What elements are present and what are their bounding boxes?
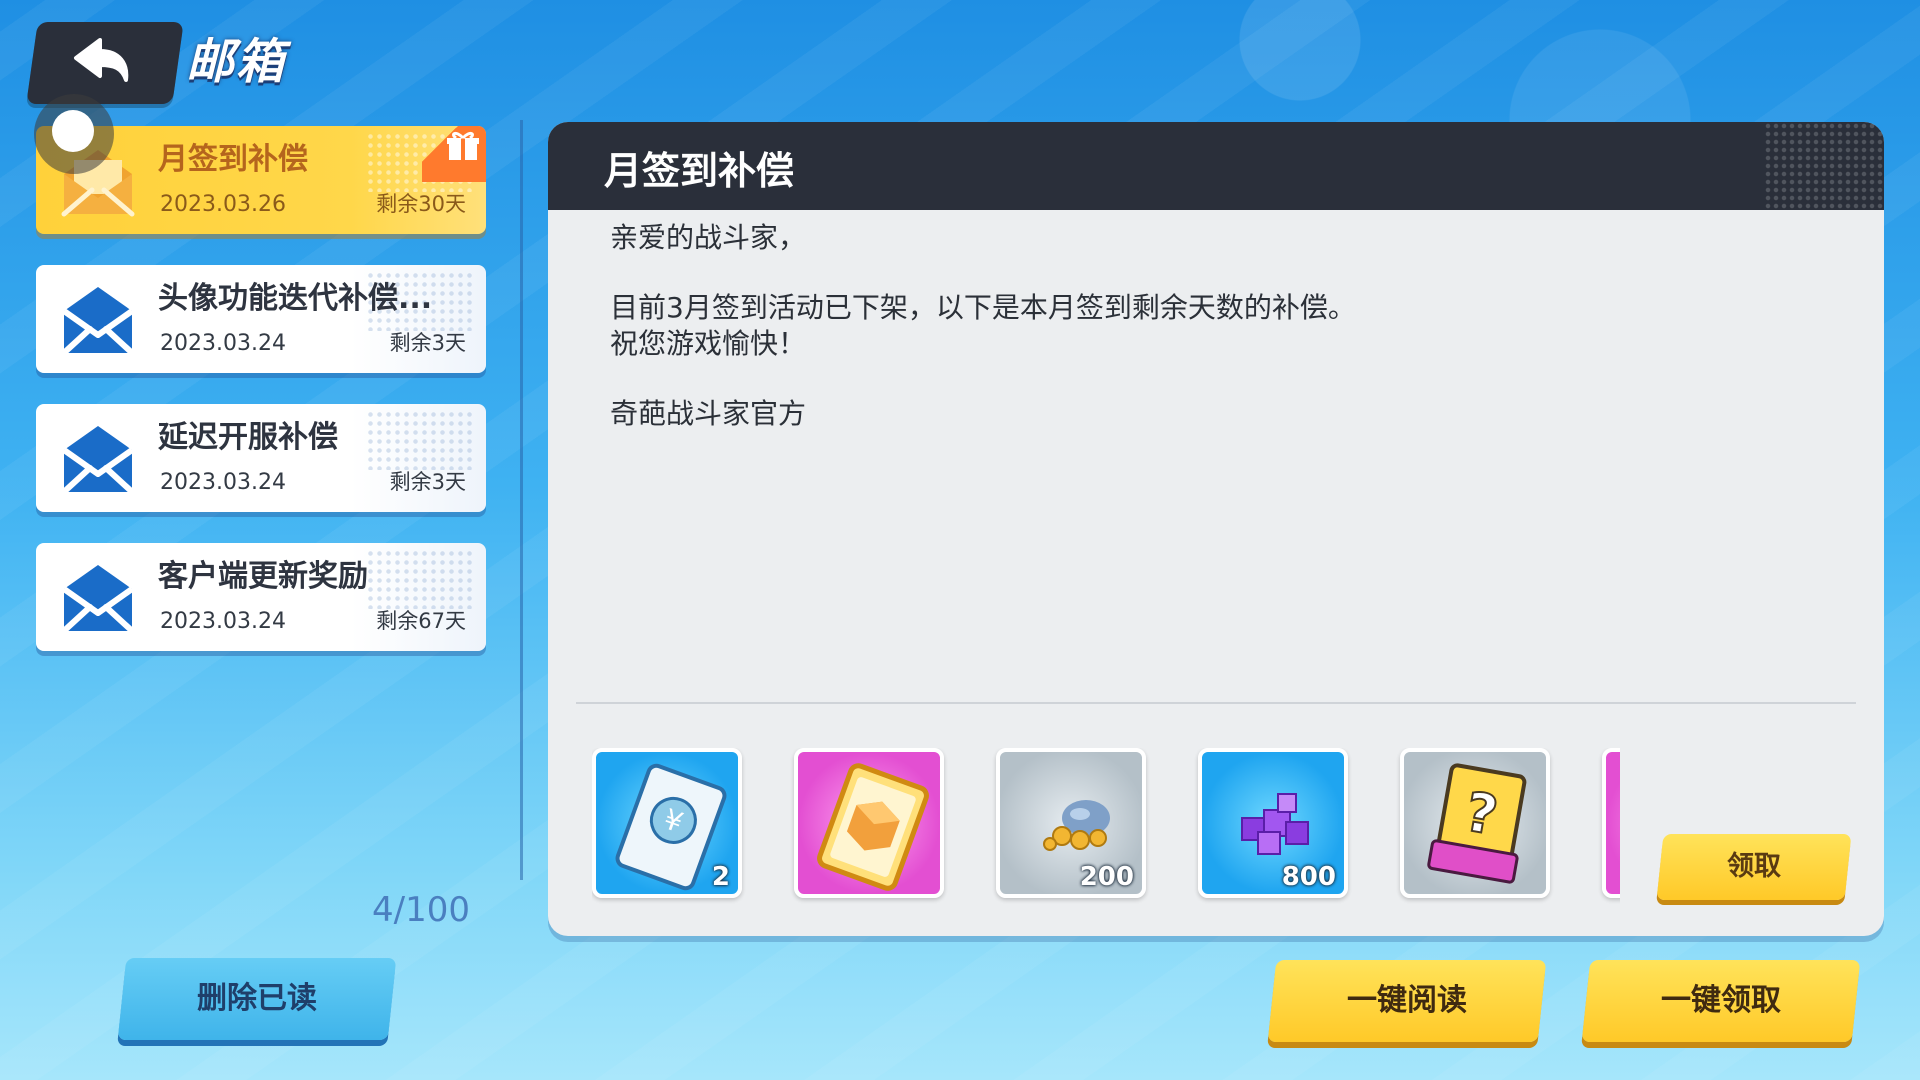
delete-read-button[interactable]: 删除已读 (117, 958, 397, 1040)
reward-list: ¥ 2 200 800 ? (592, 748, 1620, 908)
detail-greeting: 亲爱的战斗家， (610, 221, 807, 254)
reward-count: 200 (1079, 862, 1134, 892)
mail-date: 2023.03.24 (160, 331, 286, 356)
page-title: 邮箱 (186, 34, 287, 90)
mail-date: 2023.03.26 (160, 192, 286, 217)
mail-remain: 剩余3天 (389, 331, 466, 355)
mail-remain: 剩余30天 (376, 192, 466, 216)
reward-item[interactable]: 800 (1198, 748, 1348, 898)
crystal-ticket-icon (817, 763, 929, 891)
mail-detail-panel: 月签到补偿 亲爱的战斗家， 目前3月签到活动已下架，以下是本月签到剩余天数的补偿… (548, 122, 1884, 936)
detail-signature: 奇葩战斗家官方 (610, 397, 807, 430)
reward-item[interactable]: 200 (996, 748, 1146, 898)
mail-list: 月签到补偿 2023.03.26 剩余30天 头像功能迭代补偿... 2023.… (36, 126, 486, 682)
reward-item[interactable]: ¥ 2 (592, 748, 742, 898)
gift-icon (447, 131, 479, 160)
mail-date: 2023.03.24 (160, 470, 286, 495)
claim-all-button[interactable]: 一键领取 (1581, 960, 1861, 1042)
mystery-card-icon: ? (1427, 763, 1527, 884)
reward-count: 800 (1281, 862, 1336, 892)
claim-button[interactable]: 领取 (1656, 834, 1852, 900)
mail-remain: 剩余3天 (389, 470, 466, 494)
detail-title: 月签到补偿 (604, 149, 795, 193)
mail-item[interactable]: 延迟开服补偿 2023.03.24 剩余3天 (36, 404, 486, 512)
gift-tag (422, 126, 486, 182)
detail-body: 亲爱的战斗家， 目前3月签到活动已下架，以下是本月签到剩余天数的补偿。 祝您游戏… (610, 220, 1810, 432)
mail-count: 4/100 (372, 890, 470, 930)
back-arrow-icon (74, 38, 129, 82)
mail-remain: 剩余67天 (376, 609, 466, 633)
envelope-icon (62, 565, 134, 632)
mail-title: 头像功能迭代补偿... (158, 281, 433, 316)
read-all-button[interactable]: 一键阅读 (1267, 960, 1547, 1042)
back-button[interactable] (26, 22, 184, 104)
mail-title: 客户端更新奖励 (158, 559, 368, 594)
delete-read-label: 删除已读 (197, 981, 317, 1016)
claim-label: 领取 (1727, 851, 1781, 882)
claim-all-label: 一键领取 (1661, 983, 1781, 1018)
detail-header: 月签到补偿 (548, 122, 1884, 210)
envelope-icon (62, 426, 134, 493)
mail-item[interactable]: 头像功能迭代补偿... 2023.03.24 剩余3天 (36, 265, 486, 373)
envelope-icon (62, 287, 134, 354)
mail-title: 延迟开服补偿 (158, 420, 338, 455)
avatar (34, 94, 114, 174)
detail-line: 祝您游戏愉快！ (610, 327, 807, 360)
reward-item[interactable]: ? (1400, 748, 1550, 898)
mail-date: 2023.03.24 (160, 609, 286, 634)
mail-title: 月签到补偿 (158, 142, 308, 177)
vertical-divider (520, 120, 523, 880)
read-all-label: 一键阅读 (1347, 983, 1467, 1018)
reward-item[interactable] (1602, 748, 1620, 898)
reward-count: 2 (711, 862, 730, 892)
horizontal-divider (576, 702, 1856, 704)
detail-line: 目前3月签到活动已下架，以下是本月签到剩余天数的补偿。 (610, 291, 1356, 324)
reward-item[interactable] (794, 748, 944, 898)
mail-item[interactable]: 客户端更新奖励 2023.03.24 剩余67天 (36, 543, 486, 651)
